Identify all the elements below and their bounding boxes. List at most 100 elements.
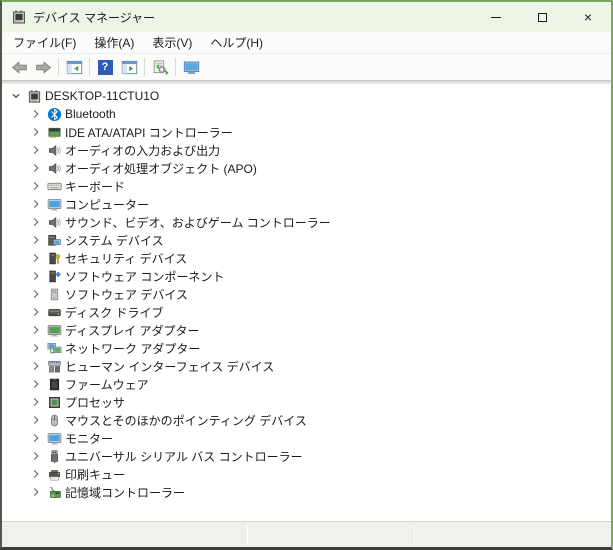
- tree-item-disk-drives[interactable]: ディスク ドライブ: [2, 303, 611, 321]
- show-action-pane-button[interactable]: [117, 56, 141, 78]
- forward-button[interactable]: [31, 56, 55, 78]
- usb-icon: [45, 448, 63, 464]
- tree-item-label: ソフトウェア デバイス: [65, 287, 188, 302]
- ide-icon: [45, 124, 63, 140]
- chevron-right-icon[interactable]: [27, 178, 45, 194]
- scan-hardware-changes-button[interactable]: [148, 56, 172, 78]
- tree-item-label: プロセッサ: [65, 395, 126, 410]
- monitor-icon: [45, 196, 63, 212]
- tree-item-computer[interactable]: コンピューター: [2, 195, 611, 213]
- tree-item-system-devices[interactable]: システム デバイス: [2, 231, 611, 249]
- device-tree: DESKTOP-11CTU1O Bluetooth IDE ATA/ATAPI コン…: [2, 84, 611, 520]
- maximize-icon: [537, 12, 547, 22]
- chevron-right-icon[interactable]: [27, 106, 45, 122]
- chevron-right-icon[interactable]: [27, 412, 45, 428]
- minimize-button[interactable]: [473, 2, 519, 32]
- chevron-right-icon[interactable]: [27, 142, 45, 158]
- display-icon: [45, 322, 63, 338]
- chevron-right-icon[interactable]: [27, 214, 45, 230]
- titlebar: デバイス マネージャー ×: [2, 2, 611, 32]
- hid-icon: [45, 358, 63, 374]
- chevron-right-icon[interactable]: [27, 358, 45, 374]
- tree-item-software-components[interactable]: ソフトウェア コンポーネント: [2, 267, 611, 285]
- disk-icon: [45, 304, 63, 320]
- tree-item-firmware[interactable]: ファームウェア: [2, 375, 611, 393]
- tree-item-audio-processing[interactable]: オーディオ処理オブジェクト (APO): [2, 159, 611, 177]
- tree-item-label: サウンド、ビデオ、およびゲーム コントローラー: [65, 215, 331, 230]
- audio-icon: [45, 214, 63, 230]
- chevron-right-icon[interactable]: [27, 466, 45, 482]
- panel-right-icon: [121, 59, 138, 76]
- status-bar-separator: [247, 525, 248, 544]
- menu-file[interactable]: ファイル(F): [4, 32, 85, 53]
- menu-action[interactable]: 操作(A): [85, 32, 143, 53]
- tree-item-network-adapters[interactable]: ネットワーク アダプター: [2, 339, 611, 357]
- tree-item-label: IDE ATA/ATAPI コントローラー: [65, 125, 233, 140]
- maximize-button[interactable]: [519, 2, 565, 32]
- tree-item-processors[interactable]: プロセッサ: [2, 393, 611, 411]
- tree-item-monitors[interactable]: モニター: [2, 429, 611, 447]
- mouse-icon: [45, 412, 63, 428]
- security-icon: [45, 250, 63, 266]
- tree-item-label: Bluetooth: [65, 107, 116, 121]
- menu-bar: ファイル(F) 操作(A) 表示(V) ヘルプ(H): [2, 32, 611, 54]
- tree-item-display-adapters[interactable]: ディスプレイ アダプター: [2, 321, 611, 339]
- chevron-right-icon[interactable]: [27, 394, 45, 410]
- menu-help[interactable]: ヘルプ(H): [201, 32, 272, 53]
- chevron-right-icon[interactable]: [27, 304, 45, 320]
- toolbar: ?: [2, 54, 611, 80]
- nav-back-icon: [11, 59, 28, 76]
- chevron-right-icon[interactable]: [27, 376, 45, 392]
- tree-item-label: ディスク ドライブ: [65, 305, 164, 320]
- toolbar-separator: [175, 58, 176, 76]
- tree-item-label: モニター: [65, 431, 114, 446]
- tree-item-label: ユニバーサル シリアル バス コントローラー: [65, 449, 303, 464]
- computer-device-icon: [25, 88, 43, 104]
- help-button[interactable]: ?: [93, 56, 117, 78]
- close-button[interactable]: ×: [565, 2, 611, 32]
- chevron-right-icon[interactable]: [27, 484, 45, 500]
- chevron-down-icon[interactable]: [7, 88, 25, 104]
- tree-item-bluetooth[interactable]: Bluetooth: [2, 105, 611, 123]
- tree-item-storage-controllers[interactable]: 記憶域コントローラー: [2, 483, 611, 501]
- toolbar-separator: [89, 58, 90, 76]
- chevron-right-icon[interactable]: [27, 430, 45, 446]
- panel-left-icon: [66, 59, 83, 76]
- computer-button[interactable]: [179, 56, 203, 78]
- chevron-right-icon[interactable]: [27, 232, 45, 248]
- tree-item-security-devices[interactable]: セキュリティ デバイス: [2, 249, 611, 267]
- software-component-icon: [45, 268, 63, 284]
- tree-item-ide-ata-atapi[interactable]: IDE ATA/ATAPI コントローラー: [2, 123, 611, 141]
- tree-item-label: コンピューター: [65, 197, 150, 212]
- tree-item-audio-inputs-outputs[interactable]: オーディオの入力および出力: [2, 141, 611, 159]
- tree-item-label: ディスプレイ アダプター: [65, 323, 200, 338]
- chevron-right-icon[interactable]: [27, 448, 45, 464]
- minimize-icon: [491, 16, 501, 18]
- menu-view[interactable]: 表示(V): [143, 32, 201, 53]
- device-manager-app-icon: [11, 9, 27, 25]
- chevron-right-icon[interactable]: [27, 160, 45, 176]
- chevron-right-icon[interactable]: [27, 286, 45, 302]
- tree-item-software-devices[interactable]: ソフトウェア デバイス: [2, 285, 611, 303]
- processor-icon: [45, 394, 63, 410]
- show-console-tree-button[interactable]: [62, 56, 86, 78]
- tree-item-print-queues[interactable]: 印刷キュー: [2, 465, 611, 483]
- chevron-right-icon[interactable]: [27, 196, 45, 212]
- tree-item-desktop-root[interactable]: DESKTOP-11CTU1O: [2, 87, 611, 105]
- chevron-right-icon[interactable]: [27, 340, 45, 356]
- tree-item-sound-video-game[interactable]: サウンド、ビデオ、およびゲーム コントローラー: [2, 213, 611, 231]
- chevron-right-icon[interactable]: [27, 322, 45, 338]
- tree-item-human-interface[interactable]: ヒューマン インターフェイス デバイス: [2, 357, 611, 375]
- tree-item-keyboards[interactable]: キーボード: [2, 177, 611, 195]
- tree-item-usb-controllers[interactable]: ユニバーサル シリアル バス コントローラー: [2, 447, 611, 465]
- tree-item-label: ファームウェア: [65, 377, 149, 392]
- chevron-right-icon[interactable]: [27, 268, 45, 284]
- system-icon: [45, 232, 63, 248]
- chevron-right-icon[interactable]: [27, 124, 45, 140]
- tree-item-mice-pointing[interactable]: マウスとそのほかのポインティング デバイス: [2, 411, 611, 429]
- tree-item-label: ソフトウェア コンポーネント: [65, 269, 225, 284]
- audio-icon: [45, 142, 63, 158]
- help-icon: ?: [97, 59, 113, 75]
- chevron-right-icon[interactable]: [27, 250, 45, 266]
- back-button[interactable]: [7, 56, 31, 78]
